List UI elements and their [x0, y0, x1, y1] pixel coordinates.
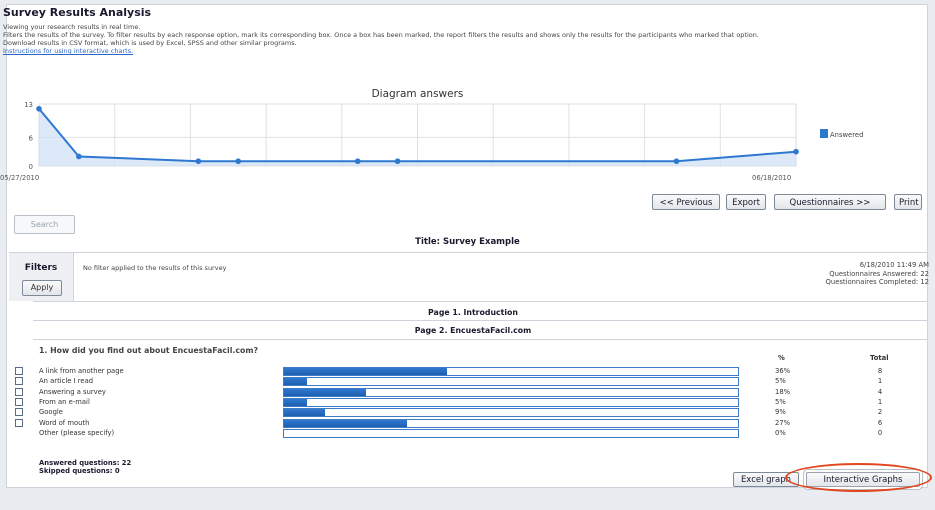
option-bar-fill — [284, 419, 407, 427]
option-row: Other (please specify) 0% 0 — [0, 428, 935, 439]
option-bar — [283, 397, 739, 407]
option-checkbox[interactable] — [15, 387, 23, 396]
question-summary: Answered questions: 22 Skipped questions… — [39, 459, 131, 475]
page-2-header: Page 2. EncuestaFacil.com — [414, 326, 532, 335]
option-bar-fill — [284, 409, 325, 417]
apply-button[interactable]: Apply — [22, 280, 62, 296]
chart-title: Diagram answers — [372, 88, 464, 100]
col-header-pct: % — [778, 354, 785, 362]
option-checkbox[interactable] — [15, 377, 23, 386]
data-point — [673, 158, 680, 165]
option-bar — [283, 408, 739, 418]
option-checkbox[interactable] — [15, 367, 23, 375]
option-checkbox[interactable] — [15, 408, 23, 417]
export-button[interactable]: Export — [726, 194, 766, 210]
intro-line-2: Filters the results of the survey. To fi… — [3, 31, 759, 39]
data-point — [76, 153, 82, 160]
stats-answered: Questionnaires Answered: 22 — [829, 269, 929, 278]
help-link[interactable]: Instructions for using interactive chart… — [3, 47, 133, 55]
y-tick-label: 0 — [29, 163, 33, 171]
option-checkbox[interactable] — [15, 418, 23, 427]
data-point — [394, 158, 401, 165]
page-title: Survey Results Analysis — [3, 6, 152, 19]
legend-swatch — [820, 129, 828, 138]
data-point — [793, 148, 799, 155]
divider — [33, 339, 927, 340]
print-button[interactable]: Print — [894, 194, 922, 210]
option-bar — [283, 428, 739, 438]
intro-text: Viewing your research results in real ti… — [3, 23, 918, 55]
filter-status: No filter applied to the results of this… — [83, 264, 227, 272]
y-tick-label: 13 — [24, 101, 33, 109]
divider — [9, 252, 927, 253]
option-bar-fill — [284, 398, 307, 406]
option-bar — [283, 367, 739, 376]
col-header-total: Total — [870, 354, 889, 362]
option-label: Other (please specify) — [39, 428, 115, 437]
questionnaires-button[interactable]: Questionnaires >> — [774, 194, 886, 210]
option-bar-fill — [284, 378, 307, 386]
data-point — [36, 105, 42, 112]
option-bar — [283, 387, 739, 397]
option-total: 0 — [877, 428, 883, 437]
intro-line-3: Download results in CSV format, which is… — [3, 39, 297, 47]
x-tick-label: 06/18/2010 — [752, 174, 791, 182]
page-1-header: Page 1. Introduction — [428, 308, 518, 317]
filters-label: Filters — [24, 263, 58, 273]
x-tick-label: 05/27/2010 — [0, 174, 39, 182]
survey-stats: 6/18/2010 11:49 AM Questionnaires Answer… — [826, 261, 929, 287]
intro-line-1: Viewing your research results in real ti… — [3, 23, 141, 31]
question-title: 1. How did you find out about EncuestaFa… — [39, 346, 258, 355]
divider — [33, 301, 927, 302]
survey-title: Title: Survey Example — [415, 237, 520, 247]
filters-box: Filters Apply — [9, 253, 74, 301]
answers-line-chart: Diagram answers 0 6 13 05/27/2010 06/18/2010 A… — [0, 88, 863, 182]
data-point — [354, 158, 361, 165]
search-button[interactable]: Search — [14, 215, 75, 234]
option-pct: 0% — [775, 428, 786, 437]
option-checkbox[interactable] — [15, 397, 23, 406]
option-bar — [283, 377, 739, 387]
previous-button[interactable]: << Previous — [652, 194, 720, 210]
legend-label: Answered — [830, 131, 863, 139]
skipped-count: Skipped questions: 0 — [39, 466, 120, 475]
option-bar — [283, 418, 739, 428]
stats-completed: Questionnaires Completed: 12 — [825, 278, 929, 286]
option-bar-fill — [284, 388, 366, 396]
data-point — [235, 158, 242, 165]
divider — [33, 320, 927, 321]
stats-date: 6/18/2010 11:49 AM — [859, 261, 929, 269]
option-bar-fill — [284, 368, 448, 375]
data-point — [195, 158, 202, 165]
highlight-circle — [785, 463, 932, 492]
y-tick-label: 6 — [29, 134, 34, 142]
